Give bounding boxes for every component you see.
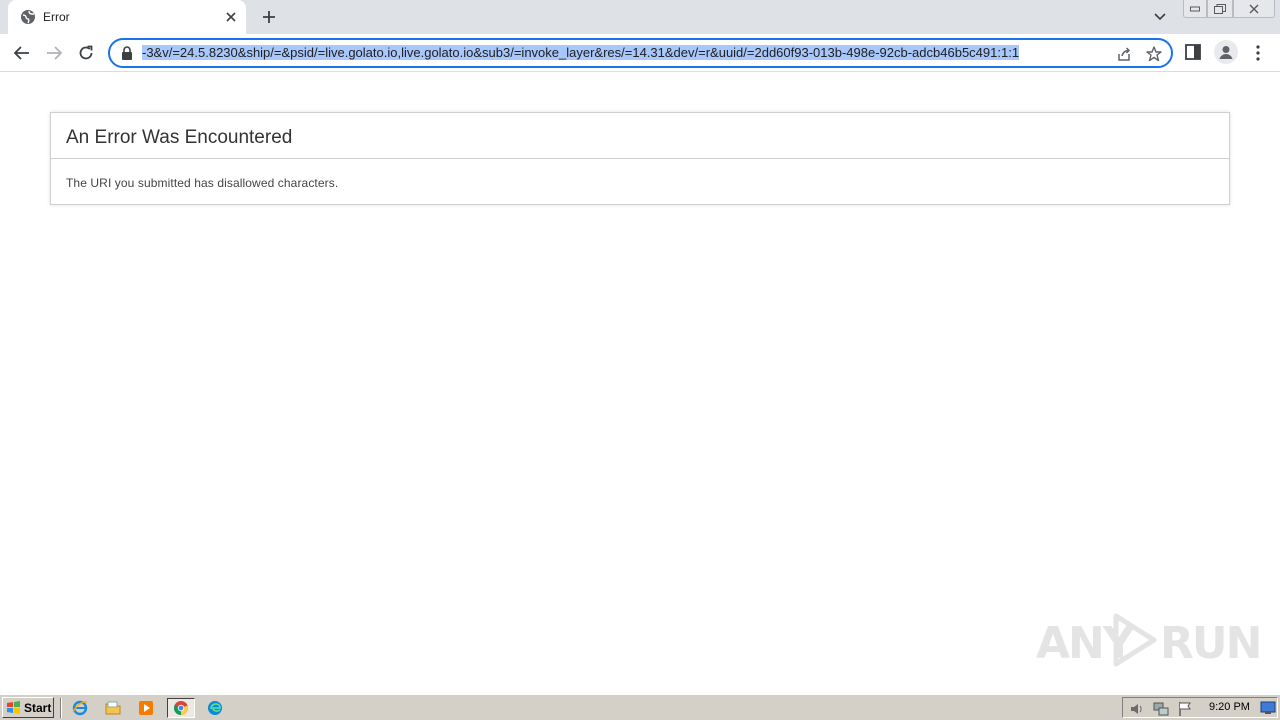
tab-title: Error [43, 10, 70, 24]
globe-icon [20, 9, 36, 25]
folder-icon[interactable] [102, 698, 124, 718]
side-panel-icon[interactable] [1184, 43, 1204, 63]
restore-button[interactable] [1207, 0, 1233, 18]
lock-icon[interactable] [121, 46, 135, 60]
forward-arrow-icon[interactable] [42, 41, 66, 65]
clock[interactable]: 9:20 PM [1209, 701, 1250, 713]
edge-icon[interactable] [204, 698, 226, 718]
taskbar-separator [60, 698, 62, 718]
watermark-text-right: RUN [1160, 618, 1262, 669]
error-panel: An Error Was Encountered The URI you sub… [50, 112, 1230, 205]
system-tray: 9:20 PM [1122, 697, 1278, 718]
divider [51, 158, 1229, 159]
close-window-button[interactable] [1233, 0, 1275, 18]
media-player-icon[interactable] [135, 698, 157, 718]
error-heading: An Error Was Encountered [66, 127, 293, 148]
browser-toolbar: -3&v/=24.5.8230&ship/=&psid/=live.golato… [0, 34, 1280, 72]
start-label: Start [24, 700, 52, 715]
new-tab-button[interactable] [258, 6, 280, 28]
url-text[interactable]: -3&v/=24.5.8230&ship/=&psid/=live.golato… [142, 44, 1020, 62]
tab-error[interactable]: Error [8, 0, 246, 34]
minimize-button[interactable] [1183, 0, 1207, 18]
anyrun-watermark-logo: ANY RUN [1036, 608, 1262, 672]
error-message: The URI you submitted has disallowed cha… [66, 176, 339, 190]
tab-close-icon[interactable] [222, 8, 240, 26]
address-bar[interactable]: -3&v/=24.5.8230&ship/=&psid/=live.golato… [108, 38, 1173, 68]
kebab-menu-icon[interactable] [1250, 42, 1266, 64]
windows-taskbar: Start 9:20 PM [0, 694, 1280, 720]
start-button[interactable]: Start [2, 697, 54, 718]
reload-icon[interactable] [74, 41, 98, 65]
windows-flag-icon [7, 701, 20, 714]
show-desktop-icon[interactable] [1260, 701, 1276, 717]
back-arrow-icon[interactable] [10, 41, 34, 65]
tab-search-chevron-icon[interactable] [1150, 7, 1170, 27]
bookmark-star-icon[interactable] [1145, 45, 1163, 63]
profile-avatar-icon[interactable] [1214, 40, 1238, 64]
action-center-flag-icon[interactable] [1177, 701, 1193, 717]
tab-strip: Error [0, 0, 1280, 34]
chrome-icon[interactable] [167, 698, 195, 718]
play-triangle-icon [1113, 613, 1157, 667]
speaker-icon[interactable] [1129, 701, 1145, 717]
share-icon[interactable] [1115, 45, 1133, 63]
internet-explorer-icon[interactable] [69, 698, 91, 718]
network-icon[interactable] [1153, 701, 1169, 717]
